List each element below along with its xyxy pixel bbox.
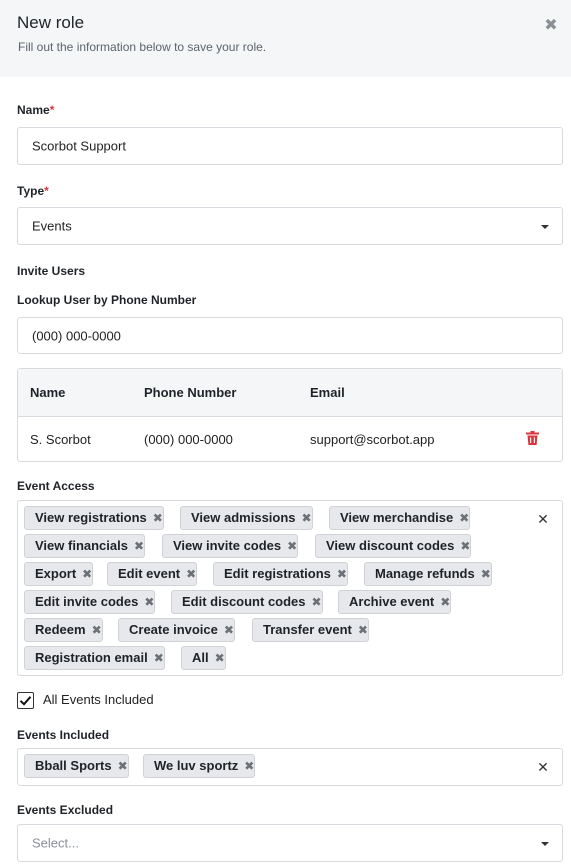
tag-edit-registrations: Edit registrations ✖ bbox=[213, 562, 348, 586]
column-header-email: Email bbox=[310, 385, 345, 400]
tag-all: All ✖ bbox=[181, 646, 226, 670]
tag-transfer-event: Transfer event ✖ bbox=[252, 618, 369, 642]
remove-tag-icon[interactable]: ✖ bbox=[358, 619, 368, 641]
remove-tag-icon[interactable]: ✖ bbox=[440, 591, 450, 613]
remove-tag-icon[interactable]: ✖ bbox=[186, 563, 196, 585]
remove-tag-icon[interactable]: ✖ bbox=[153, 507, 163, 529]
tag-bball-sports: Bball Sports ✖ bbox=[24, 754, 129, 778]
events-excluded-label: Events Excluded bbox=[17, 803, 114, 817]
close-icon[interactable]: ✖ bbox=[541, 16, 561, 36]
user-email-cell: support@scorbot.app bbox=[310, 432, 435, 447]
events-included-label: Events Included bbox=[17, 728, 110, 742]
chevron-down-icon bbox=[541, 842, 549, 846]
remove-tag-icon[interactable]: ✖ bbox=[92, 619, 102, 641]
remove-tag-icon[interactable]: ✖ bbox=[144, 591, 154, 613]
tag-create-invoice: Create invoice ✖ bbox=[118, 618, 235, 642]
check-icon bbox=[19, 696, 32, 706]
user-phone-cell: (000) 000-0000 bbox=[144, 432, 233, 447]
remove-tag-icon[interactable]: ✖ bbox=[82, 563, 92, 585]
name-label: Name* bbox=[17, 103, 55, 117]
events-excluded-select[interactable]: Select... bbox=[17, 824, 563, 862]
remove-tag-icon[interactable]: ✖ bbox=[459, 507, 469, 529]
tag-export: Export ✖ bbox=[24, 562, 94, 586]
modal-title: New role bbox=[17, 13, 85, 32]
tag-view-financials: View financials ✖ bbox=[24, 534, 146, 558]
events-included-multiselect[interactable]: Bball Sports ✖ We luv sportz ✖ ✕ bbox=[17, 748, 563, 786]
modal-header: New role Fill out the information below … bbox=[0, 0, 571, 77]
remove-tag-icon[interactable]: ✖ bbox=[337, 563, 347, 585]
all-events-label: All Events Included bbox=[43, 692, 154, 707]
remove-tag-icon[interactable]: ✖ bbox=[154, 647, 164, 669]
type-label: Type* bbox=[17, 184, 49, 198]
event-access-multiselect[interactable]: View registrations ✖ View admissions ✖ Vie… bbox=[17, 500, 563, 676]
table-header: Name Phone Number Email bbox=[18, 369, 562, 417]
tag-view-invite-codes: View invite codes ✖ bbox=[162, 534, 299, 558]
remove-tag-icon[interactable]: ✖ bbox=[244, 755, 254, 777]
tag-edit-event: Edit event ✖ bbox=[107, 562, 198, 586]
modal-subtitle: Fill out the information below to save y… bbox=[18, 40, 267, 54]
tag-manage-refunds: Manage refunds ✖ bbox=[364, 562, 492, 586]
remove-tag-icon[interactable]: ✖ bbox=[215, 647, 225, 669]
clear-icon[interactable]: ✕ bbox=[536, 760, 550, 774]
phone-lookup-input[interactable]: (000) 000-0000 bbox=[17, 317, 563, 354]
remove-tag-icon[interactable]: ✖ bbox=[302, 507, 312, 529]
required-mark: * bbox=[44, 184, 49, 198]
users-table: Name Phone Number Email S. Scorbot (000)… bbox=[17, 368, 563, 462]
tag-view-merchandise: View merchandise ✖ bbox=[329, 506, 471, 530]
tag-edit-discount-codes: Edit discount codes ✖ bbox=[171, 590, 323, 614]
remove-tag-icon[interactable]: ✖ bbox=[224, 619, 234, 641]
column-header-phone: Phone Number bbox=[144, 385, 237, 400]
tag-view-admissions: View admissions ✖ bbox=[180, 506, 313, 530]
required-mark: * bbox=[49, 103, 55, 117]
remove-tag-icon[interactable]: ✖ bbox=[287, 535, 297, 557]
tag-we-luv-sportz: We luv sportz ✖ bbox=[143, 754, 256, 778]
clear-icon[interactable]: ✕ bbox=[536, 512, 550, 526]
user-name-cell: S. Scorbot bbox=[30, 432, 91, 447]
event-access-label: Event Access bbox=[17, 479, 95, 493]
chevron-down-icon bbox=[541, 225, 549, 229]
all-events-checkbox[interactable] bbox=[17, 692, 34, 709]
events-excluded-placeholder: Select... bbox=[32, 835, 79, 851]
name-input[interactable]: Scorbot Support bbox=[17, 127, 563, 165]
tag-view-discount-codes: View discount codes ✖ bbox=[315, 534, 472, 558]
remove-tag-icon[interactable]: ✖ bbox=[481, 563, 491, 585]
tag-edit-invite-codes: Edit invite codes ✖ bbox=[24, 590, 156, 614]
column-header-name: Name bbox=[30, 385, 66, 400]
remove-tag-icon[interactable]: ✖ bbox=[118, 755, 128, 777]
tag-redeem: Redeem ✖ bbox=[24, 618, 103, 642]
tag-registration-email: Registration email ✖ bbox=[24, 646, 165, 670]
remove-tag-icon[interactable]: ✖ bbox=[460, 535, 470, 557]
type-select-value: Events bbox=[32, 218, 72, 234]
phone-lookup-value: (000) 000-0000 bbox=[32, 328, 121, 343]
name-input-value: Scorbot Support bbox=[32, 138, 126, 154]
remove-tag-icon[interactable]: ✖ bbox=[312, 591, 322, 613]
invite-users-label: Invite Users bbox=[17, 264, 86, 278]
tag-archive-event: Archive event ✖ bbox=[338, 590, 452, 614]
type-select[interactable]: Events bbox=[17, 207, 563, 245]
tag-view-registrations: View registrations ✖ bbox=[24, 506, 164, 530]
trash-icon[interactable] bbox=[526, 431, 539, 445]
lookup-label: Lookup User by Phone Number bbox=[17, 293, 197, 307]
remove-tag-icon[interactable]: ✖ bbox=[134, 535, 144, 557]
